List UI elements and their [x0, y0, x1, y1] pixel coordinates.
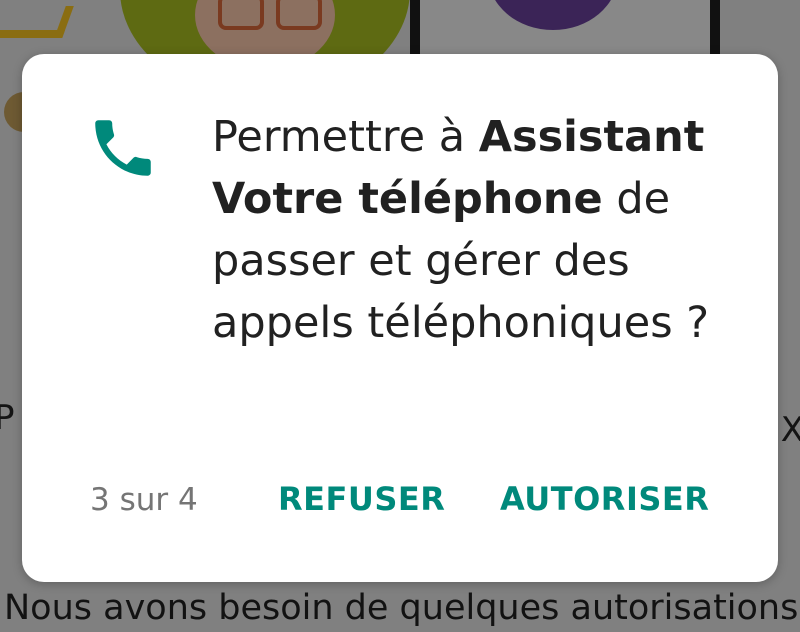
permission-dialog: Permettre à Assistant Votre téléphone de…	[22, 54, 778, 582]
permissions-heading: Nous avons besoin de quelques autorisati…	[4, 588, 799, 628]
background-left-text: P	[0, 398, 15, 438]
key-illustration	[0, 6, 74, 38]
glasses-left	[218, 0, 264, 30]
glasses-right	[276, 0, 322, 30]
phone-icon	[95, 120, 151, 176]
deny-button[interactable]: REFUSER	[278, 480, 445, 518]
allow-button[interactable]: AUTORISER	[500, 480, 709, 518]
permission-counter: 3 sur 4	[90, 482, 198, 518]
message-prefix: Permettre à	[212, 112, 479, 162]
permission-message: Permettre à Assistant Votre téléphone de…	[212, 106, 732, 354]
